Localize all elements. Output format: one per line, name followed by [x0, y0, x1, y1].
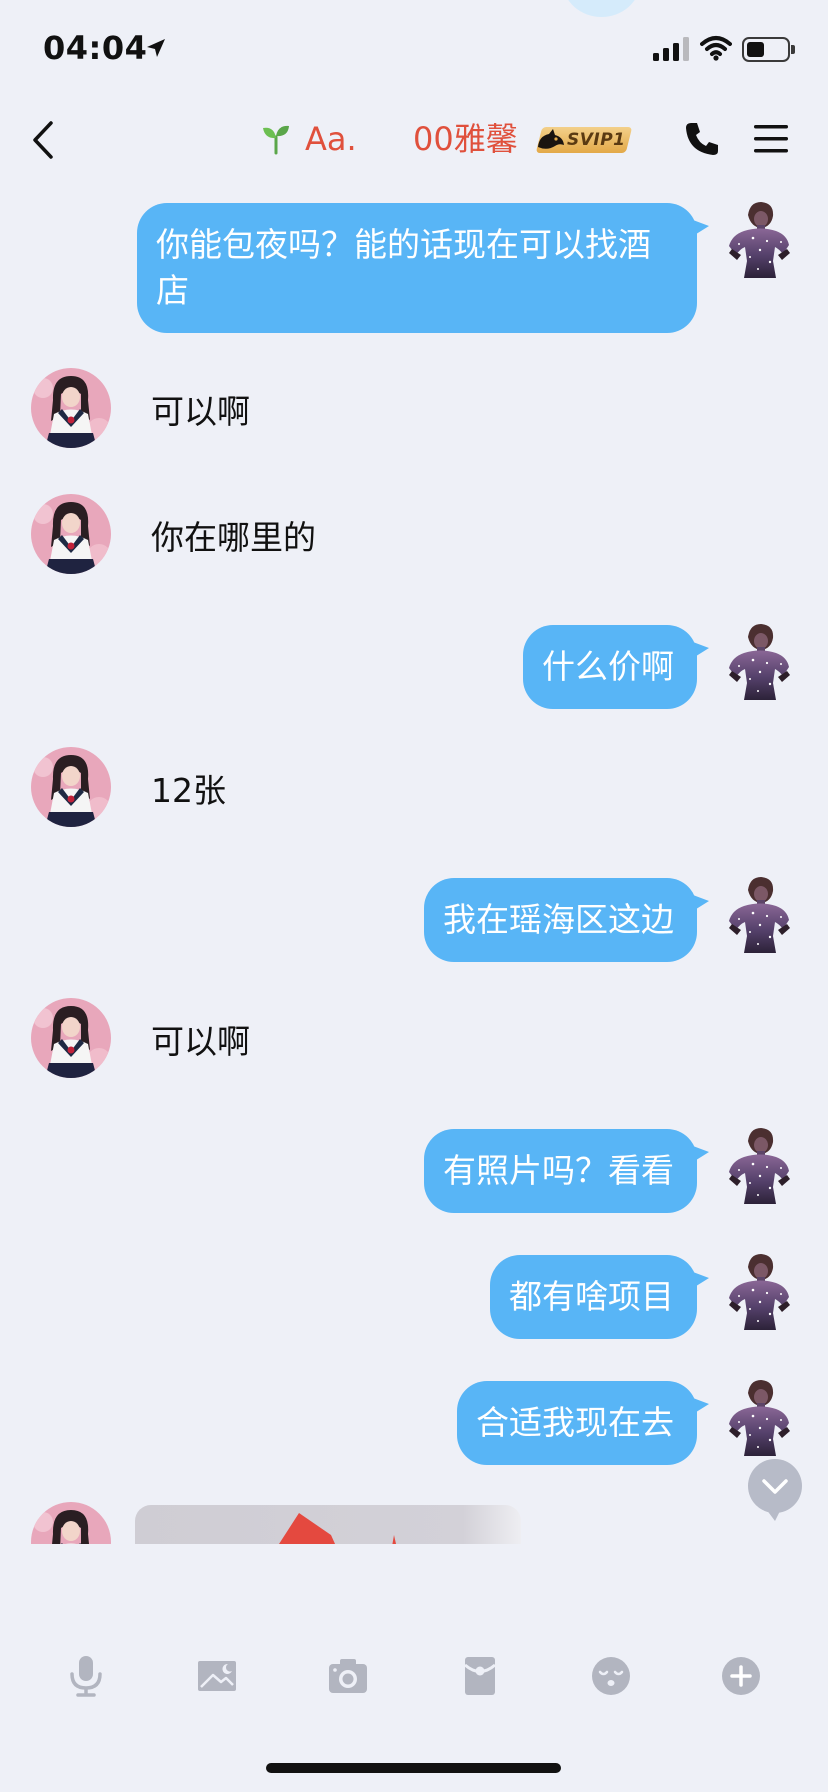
contact-avatar[interactable]: [31, 368, 111, 448]
floating-widget[interactable]: [563, 0, 640, 17]
signal-icon: [653, 37, 689, 61]
message-text[interactable]: 可以啊: [151, 1002, 250, 1082]
battery-cap: [791, 45, 795, 54]
camera-icon: [329, 1659, 367, 1693]
red-packet-icon: [464, 1657, 496, 1695]
message-row-outgoing: 都有啥项目: [0, 1252, 828, 1384]
message-row-incoming: 可以啊: [0, 368, 828, 500]
signal-bar: [683, 37, 689, 61]
contact-avatar[interactable]: [31, 747, 111, 827]
user-avatar[interactable]: [723, 875, 796, 953]
location-arrow-icon: [147, 39, 165, 57]
microphone-icon: [70, 1656, 102, 1697]
nickname-tag[interactable]: Aa.: [305, 117, 357, 161]
wifi-icon: [700, 36, 732, 61]
battery-icon: [742, 37, 790, 62]
back-button[interactable]: [24, 115, 66, 165]
message-row-outgoing: 合适我现在去: [0, 1378, 828, 1510]
photo-button[interactable]: [195, 1654, 239, 1698]
message-list[interactable]: 你能包夜吗？能的话现在可以找酒店 可以啊 你在哪里的 什么价啊 12张 我在瑶海…: [0, 170, 828, 1544]
message-text[interactable]: 12张: [151, 751, 226, 831]
image-icon: [198, 1661, 236, 1691]
phone-icon: [686, 123, 718, 155]
message-bubble[interactable]: 合适我现在去: [457, 1381, 709, 1465]
camera-button[interactable]: [326, 1654, 370, 1698]
battery-level-fill: [747, 42, 765, 57]
message-bubble[interactable]: 有照片吗？看看: [424, 1129, 709, 1213]
status-time: 04:04: [43, 29, 148, 67]
message-row-incoming: 可以啊: [0, 998, 828, 1130]
call-button[interactable]: [683, 120, 721, 158]
battery-body: [747, 42, 785, 57]
red-packet-button[interactable]: [458, 1654, 502, 1698]
user-avatar[interactable]: [723, 200, 796, 278]
menu-button[interactable]: [752, 122, 790, 156]
scroll-to-bottom-button[interactable]: [748, 1459, 802, 1523]
signal-bar: [673, 43, 679, 61]
message-text[interactable]: 你在哪里的: [151, 498, 316, 578]
signal-bar: [653, 53, 659, 61]
status-bar: 04:04: [0, 0, 828, 90]
message-bubble[interactable]: 什么价啊: [523, 625, 709, 709]
message-text[interactable]: 可以啊: [151, 372, 250, 452]
user-avatar[interactable]: [723, 1378, 796, 1456]
chevron-down-icon: [748, 1459, 802, 1521]
user-avatar[interactable]: [723, 1252, 796, 1330]
more-button[interactable]: [719, 1654, 763, 1698]
svip-badge[interactable]: SVIP1: [533, 125, 633, 155]
contact-avatar[interactable]: [31, 998, 111, 1078]
message-bubble[interactable]: 都有啥项目: [490, 1255, 709, 1339]
message-row-incoming: 12张: [0, 747, 828, 879]
message-row-outgoing: 什么价啊: [0, 622, 828, 754]
message-row-outgoing: 你能包夜吗？能的话现在可以找酒店: [0, 200, 828, 333]
plus-icon: [722, 1657, 760, 1695]
back-icon: [33, 121, 53, 159]
image-message[interactable]: [135, 1505, 521, 1544]
vip-mascot-icon: [538, 129, 564, 149]
home-indicator[interactable]: [266, 1763, 561, 1773]
emoji-icon: [592, 1657, 630, 1695]
user-avatar[interactable]: [723, 622, 796, 700]
contact-avatar[interactable]: [31, 494, 111, 574]
svip-badge-label: SVIP1: [567, 130, 626, 150]
user-avatar[interactable]: [723, 1126, 796, 1204]
signal-bar: [663, 48, 669, 61]
voice-button[interactable]: [64, 1654, 108, 1698]
sprout-icon: [263, 125, 289, 155]
message-row-outgoing: 有照片吗？看看: [0, 1126, 828, 1258]
message-bubble[interactable]: 你能包夜吗？能的话现在可以找酒店: [137, 203, 709, 333]
message-bubble[interactable]: 我在瑶海区这边: [424, 878, 709, 962]
menu-icon: [754, 125, 788, 153]
message-row-incoming: [0, 1502, 828, 1544]
message-row-incoming: 你在哪里的: [0, 494, 828, 626]
contact-name[interactable]: 00雅馨: [413, 117, 518, 161]
emoji-button[interactable]: [589, 1654, 633, 1698]
contact-avatar[interactable]: [31, 1502, 111, 1544]
message-row-outgoing: 我在瑶海区这边: [0, 875, 828, 1007]
input-toolbar: [0, 1544, 828, 1792]
